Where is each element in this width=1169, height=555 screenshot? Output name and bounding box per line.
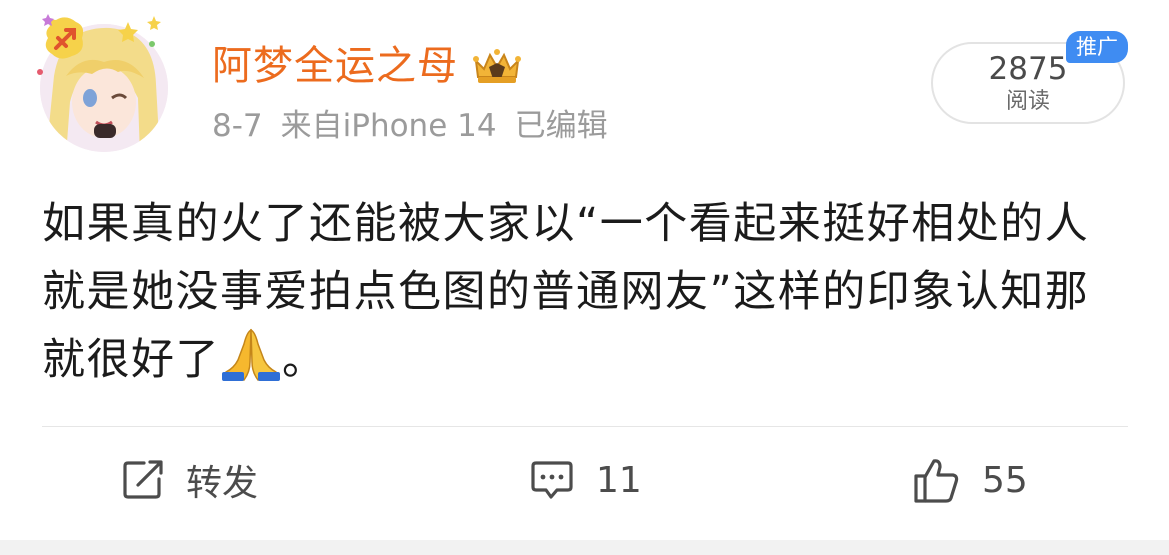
post-source: 来自iPhone 14 — [280, 108, 497, 144]
edited-label[interactable]: 已编辑 — [515, 108, 608, 144]
comment-button[interactable]: 11 — [530, 452, 642, 508]
comment-icon — [531, 461, 573, 499]
post-text: 如果真的火了还能被大家以“一个看起来挺好相处的人就是她没事爱拍点色图的普通网友”… — [42, 190, 1132, 394]
like-count: 55 — [982, 459, 1028, 501]
bottom-strip — [0, 540, 1169, 555]
divider — [42, 426, 1128, 427]
folded-hands-icon — [222, 328, 280, 381]
post-text-body: 如果真的火了还能被大家以“一个看起来挺好相处的人就是她没事爱拍点色图的普通网友”… — [42, 199, 1090, 385]
like-button[interactable]: 55 — [912, 452, 1028, 508]
repost-icon — [123, 460, 163, 499]
repost-label: 转发 — [186, 463, 259, 504]
post-meta: 8-7 来自iPhone 14 已编辑 — [212, 104, 626, 148]
username[interactable]: 阿梦全运之母 — [212, 38, 458, 94]
post-text-end: 。 — [282, 335, 327, 385]
vip-crown-icon[interactable] — [470, 43, 524, 89]
comment-count: 11 — [596, 459, 642, 501]
repost-button[interactable]: 转发 — [122, 452, 258, 508]
avatar[interactable] — [32, 6, 172, 156]
username-row: 阿梦全运之母 — [212, 38, 524, 94]
thumbs-up-icon — [914, 459, 959, 503]
post-date: 8-7 — [212, 108, 263, 144]
read-label: 阅读 — [1005, 89, 1050, 114]
promo-tag[interactable]: 推广 — [1066, 31, 1128, 63]
weibo-post: 阿梦全运之母 8-7 来自iPhone 14 已编辑 2875 阅读 推广 如果真的… — [0, 0, 1169, 555]
